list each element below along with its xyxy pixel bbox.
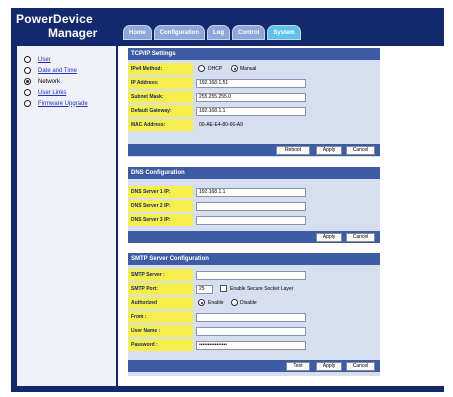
from-row: From : [128,311,380,323]
username-input[interactable] [196,327,306,336]
tcpip-button-bar: Reboot Apply Cancel [128,144,380,156]
dhcp-label: DHCP [208,66,223,72]
main-content: TCP/IP Settings IPv4 Method: DHCP Manual… [118,46,444,386]
auth-enable-radio[interactable] [198,299,205,306]
tcpip-title: TCP/IP Settings [128,48,380,60]
sidebar-item-label[interactable]: Firmware Upgrade [38,101,88,107]
tab-configuration[interactable]: Configuration [153,25,205,40]
tcpip-cancel-button[interactable]: Cancel [346,146,375,155]
app-frame: PowerDevice Manager Home Configuration L… [11,8,444,392]
tab-home[interactable]: Home [123,25,152,40]
nav-radio-user[interactable] [24,56,31,63]
subnet-mask-input[interactable]: 255.255.255.0 [196,93,306,102]
gateway-row: Default Gateway: 192.168.1.1 [128,105,380,117]
reboot-button[interactable]: Reboot [276,146,310,155]
nav-radio-user-links[interactable] [24,89,31,96]
smtp-port-row: SMTP Port: 25 Enable Secure Socket Layer [128,283,380,295]
dns-server-3-input[interactable] [196,216,306,225]
smtp-test-button[interactable]: Test [286,362,310,371]
smtp-apply-button[interactable]: Apply [316,362,342,371]
sidebar-item-network[interactable]: Network [24,78,60,85]
mac-value: 00-AE-E4-80-66-A9 [199,122,243,128]
smtp-port-input[interactable]: 25 [196,285,213,294]
sidebar-item-label[interactable]: Network [38,79,60,85]
sidebar-item-user-links[interactable]: User Links [24,89,66,96]
auth-disable-label: Disable [240,300,257,306]
ssl-label: Enable Secure Socket Layer [230,286,294,292]
manual-label: Manual [240,66,257,72]
tcpip-panel: TCP/IP Settings IPv4 Method: DHCP Manual… [128,48,380,157]
main-tabs: Home Configuration Log Control System [123,22,301,40]
default-gateway-input[interactable]: 192.168.1.1 [196,107,306,116]
sidebar-item-user[interactable]: User [24,56,51,63]
ip-address-input[interactable]: 192.168.1.51 [196,79,306,88]
app-logo: PowerDevice Manager [11,8,115,44]
tab-control[interactable]: Control [232,25,266,40]
dns-apply-button[interactable]: Apply [316,233,342,242]
tab-log[interactable]: Log [207,25,230,40]
dns-server-2-input[interactable] [196,202,306,211]
dns2-label: DNS Server 2 IP: [128,200,193,212]
ssl-checkbox[interactable] [220,285,227,292]
ip-row: IP Address: 192.168.1.51 [128,77,380,89]
sidebar: User Date and Time Network User Links Fi… [17,46,116,386]
dns1-label: DNS Server 1 IP: [128,186,193,198]
smtp-title: SMTP Server Configuration [128,253,380,265]
sidebar-item-label[interactable]: User [38,57,51,63]
subnet-row: Subnet Mask: 255.255.255.0 [128,91,380,103]
sidebar-item-date-time[interactable]: Date and Time [24,67,77,74]
username-label: User Name : [128,325,193,337]
nav-radio-date-time[interactable] [24,67,31,74]
password-row: Password : •••••••••••••••• [128,339,380,351]
password-label: Password : [128,339,193,351]
tcpip-apply-button[interactable]: Apply [316,146,342,155]
smtp-server-row: SMTP Server : [128,269,380,281]
dns-server-1-input[interactable]: 192.168.1.1 [196,188,306,197]
nav-radio-network[interactable] [24,78,31,85]
smtp-button-bar: Test Apply Cancel [128,360,380,372]
smtp-server-input[interactable] [196,271,306,280]
manual-radio[interactable] [231,65,238,72]
mac-label: MAC Address: [128,119,193,131]
ip-label: IP Address: [128,77,193,89]
sidebar-item-firmware-upgrade[interactable]: Firmware Upgrade [24,100,88,107]
auth-disable-radio[interactable] [231,299,238,306]
logo-line2: Manager [48,26,98,40]
mac-row: MAC Address: 00-AE-E4-80-66-A9 [128,119,380,131]
dns-button-bar: Apply Cancel [128,231,380,243]
sidebar-item-label[interactable]: Date and Time [38,68,77,74]
smtp-server-label: SMTP Server : [128,269,193,281]
logo-line1: PowerDevice [16,12,93,26]
dns3-label: DNS Server 3 IP: [128,214,193,226]
password-input[interactable]: •••••••••••••••• [196,341,306,350]
smtp-cancel-button[interactable]: Cancel [346,362,375,371]
dns-panel: DNS Configuration DNS Server 1 IP: 192.1… [128,167,380,243]
auth-label: Authorized [128,297,193,309]
username-row: User Name : [128,325,380,337]
dns3-row: DNS Server 3 IP: [128,214,380,226]
dns-title: DNS Configuration [128,167,380,179]
gateway-label: Default Gateway: [128,105,193,117]
nav-radio-firmware[interactable] [24,100,31,107]
dhcp-radio[interactable] [198,65,205,72]
dns1-row: DNS Server 1 IP: 192.168.1.1 [128,186,380,198]
dns-cancel-button[interactable]: Cancel [346,233,375,242]
auth-row: Authorized Enable Disable [128,297,380,309]
smtp-port-label: SMTP Port: [128,283,193,295]
ipv4-method-label: IPv4 Method: [128,63,193,75]
tab-system[interactable]: System [267,25,301,40]
sidebar-item-label[interactable]: User Links [38,90,66,96]
from-label: From : [128,311,193,323]
dns2-row: DNS Server 2 IP: [128,200,380,212]
smtp-panel: SMTP Server Configuration SMTP Server : … [128,253,380,376]
from-input[interactable] [196,313,306,322]
ipv4-method-row: IPv4 Method: DHCP Manual [128,63,380,75]
subnet-label: Subnet Mask: [128,91,193,103]
auth-enable-label: Enable [208,300,224,306]
